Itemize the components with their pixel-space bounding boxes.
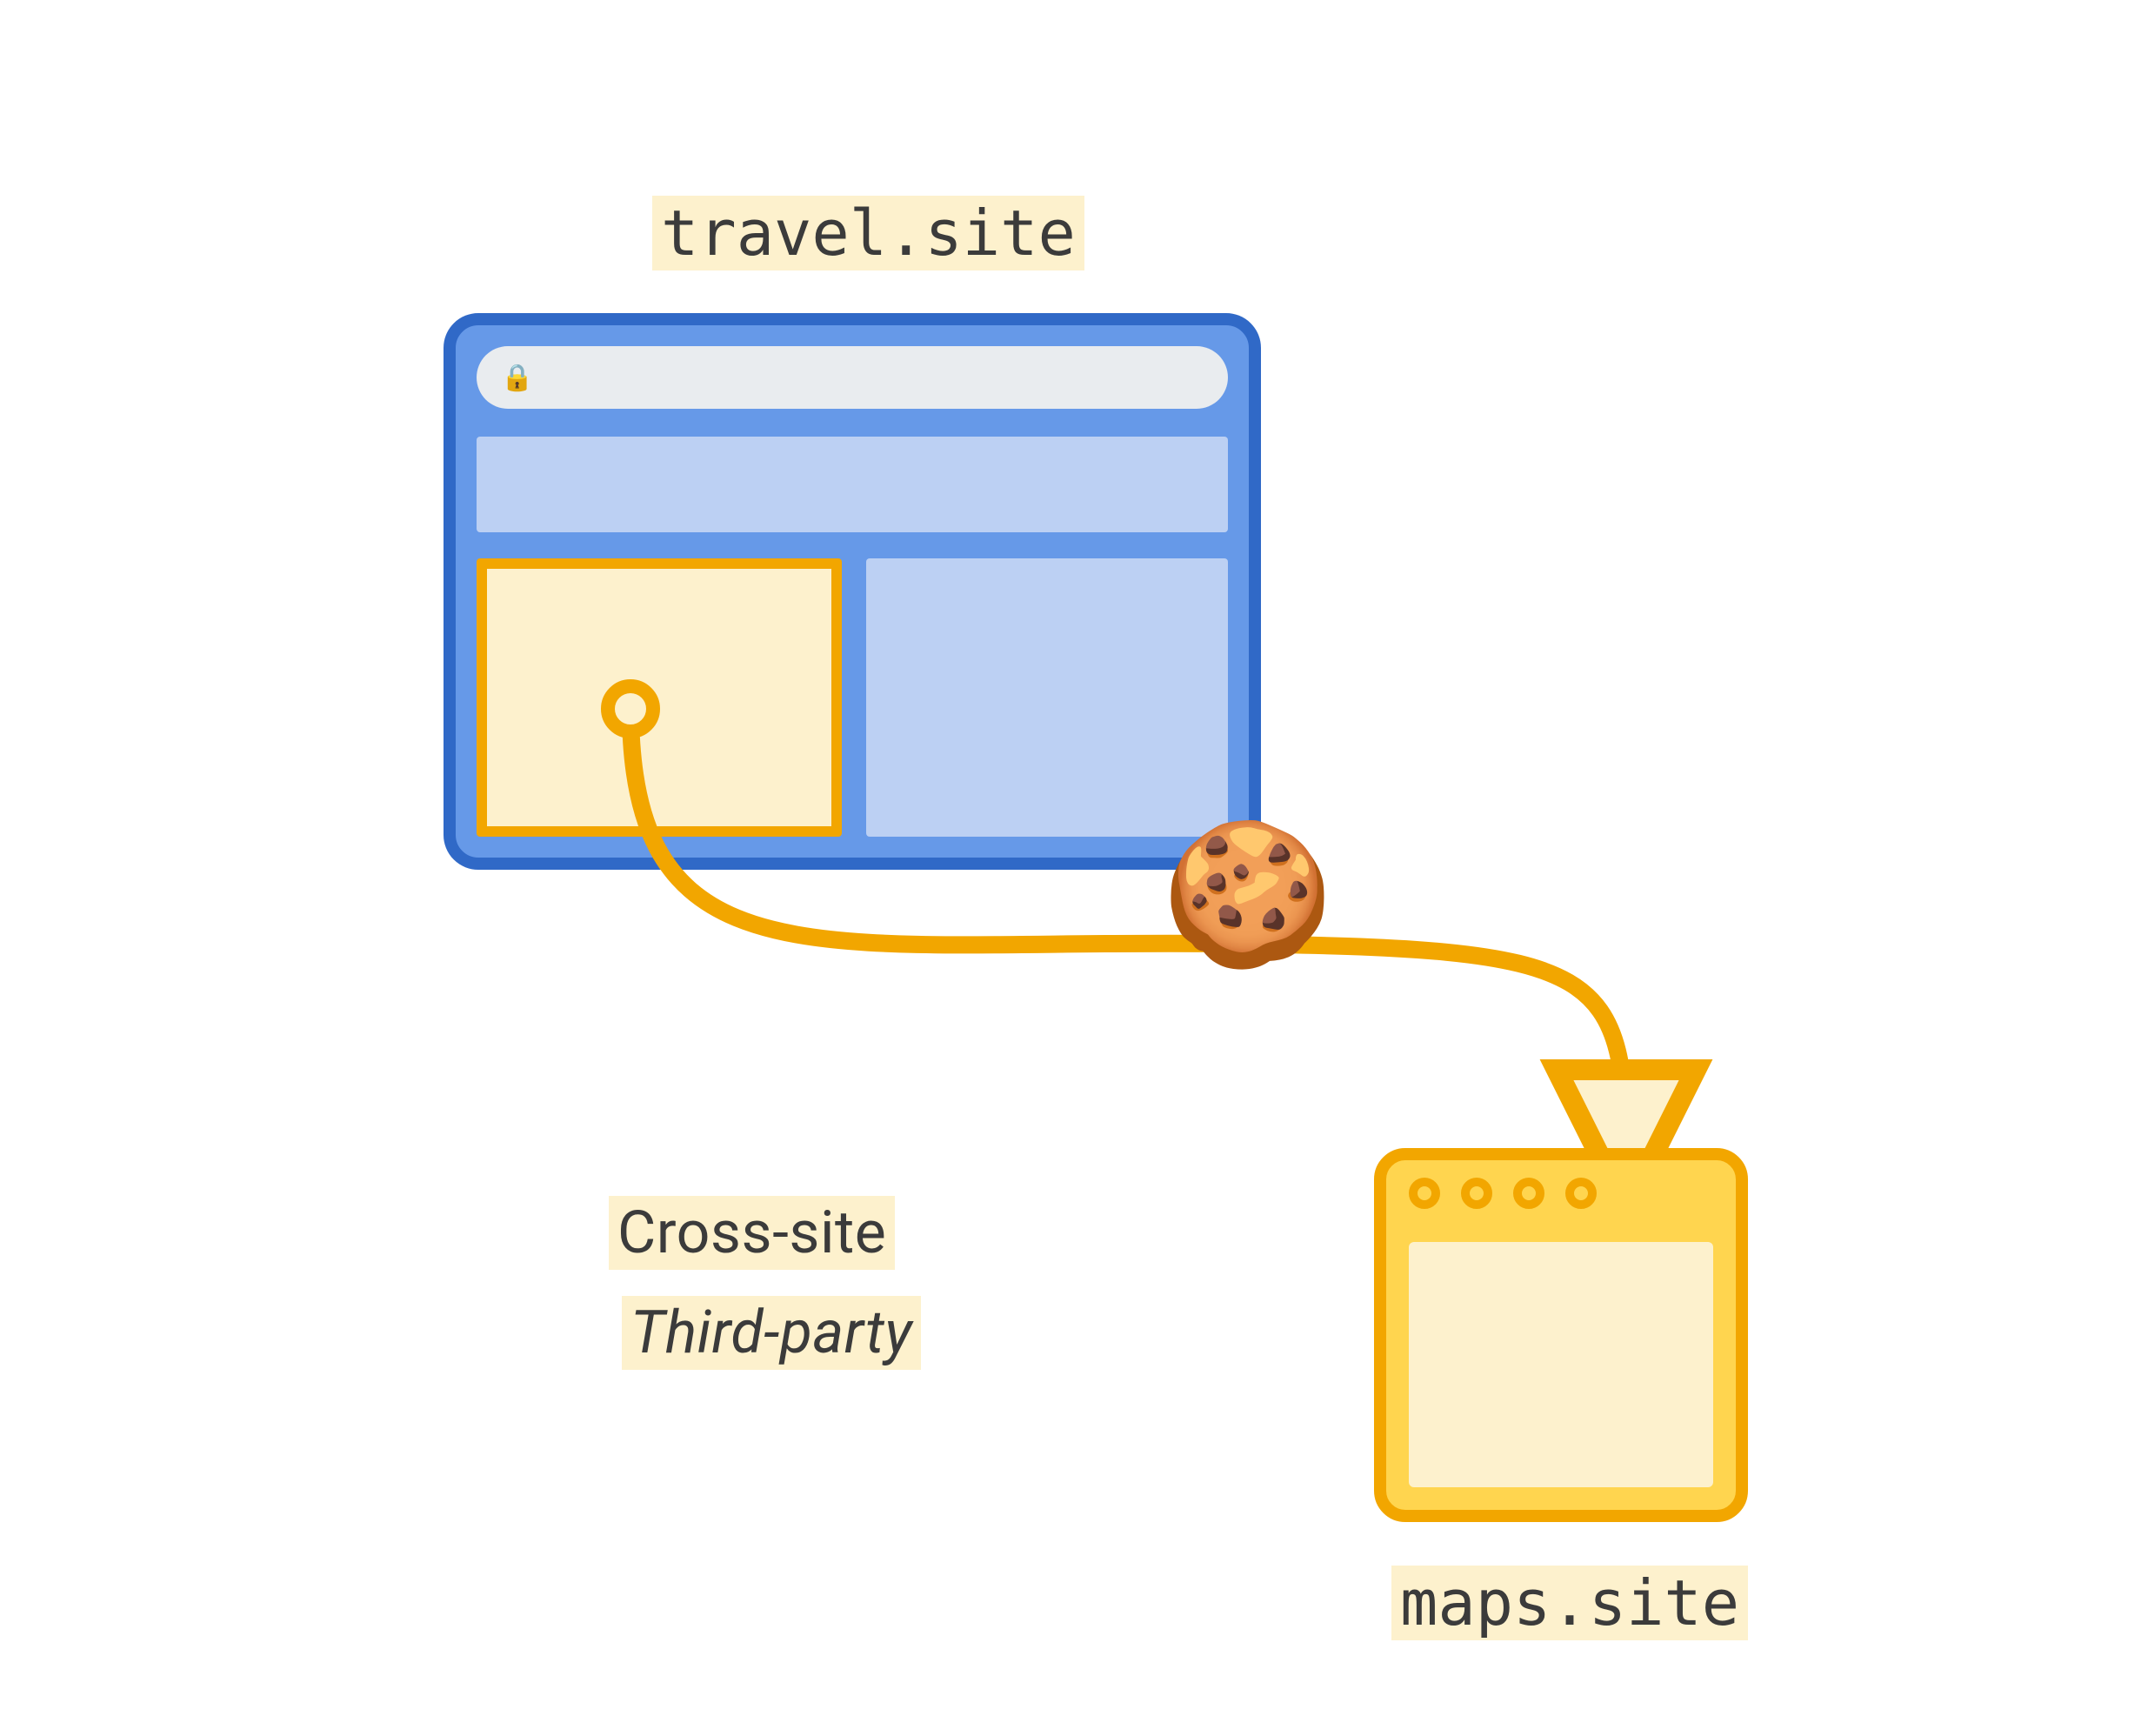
window-dot-icon xyxy=(1513,1178,1544,1209)
window-control-dots xyxy=(1409,1178,1597,1209)
browser-right-panel xyxy=(866,558,1228,837)
diagram-canvas: travel.site 🔒 🍪 Cross-site Third-party xyxy=(0,0,2148,1736)
window-dot-icon xyxy=(1409,1178,1440,1209)
lock-icon: 🔒 xyxy=(501,363,533,393)
maps-window xyxy=(1374,1148,1748,1522)
window-dot-icon xyxy=(1565,1178,1597,1209)
cookie-icon: 🍪 xyxy=(1161,826,1334,965)
embedded-iframe-highlight xyxy=(477,558,842,837)
browser-banner-panel xyxy=(477,437,1228,532)
window-dot-icon xyxy=(1461,1178,1492,1209)
label-maps-site: maps.site xyxy=(1391,1566,1748,1640)
label-travel-site: travel.site xyxy=(652,196,1084,270)
label-third-party: Third-party xyxy=(622,1296,921,1370)
browser-window: 🔒 xyxy=(444,313,1261,870)
address-bar: 🔒 xyxy=(477,346,1228,409)
label-cross-site: Cross-site xyxy=(609,1196,895,1270)
maps-window-content xyxy=(1409,1242,1713,1487)
